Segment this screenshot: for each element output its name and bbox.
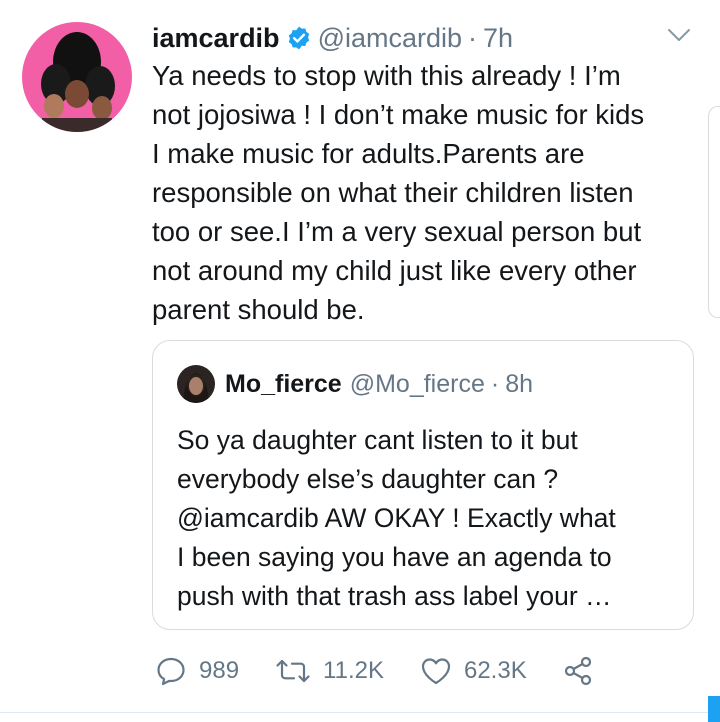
like-count: 62.3K	[463, 657, 527, 684]
tweet-text: Ya needs to stop with this already ! I’m…	[152, 56, 704, 329]
quoted-tweet-header: Mo_fierce @Mo_fierce · 8h	[225, 364, 533, 404]
tweet-text-line: not around my child just like every othe…	[152, 255, 637, 286]
retweet-icon	[275, 657, 311, 685]
avatar-iamcardib[interactable]	[22, 22, 132, 132]
divider	[0, 712, 720, 713]
tweet-header: iamcardib @iamcardib · 7h	[152, 18, 513, 58]
separator-dot: ·	[468, 22, 478, 53]
tweet-text-line: too or see.I I’m a very sexual person bu…	[152, 216, 642, 247]
like-button[interactable]: 62.3K	[420, 656, 527, 686]
reply-icon	[155, 656, 187, 686]
reply-button[interactable]: 989	[155, 656, 239, 686]
retweet-count: 11.2K	[323, 657, 384, 684]
chevron-down-icon[interactable]	[666, 26, 692, 49]
quoted-avatar[interactable]	[177, 365, 215, 403]
handle[interactable]: @iamcardib	[318, 23, 462, 54]
quoted-display-name[interactable]: Mo_fierce	[225, 370, 342, 399]
quoted-tweet-card[interactable]: Mo_fierce @Mo_fierce · 8h So ya daughter…	[152, 340, 694, 630]
quoted-text-line: @iamcardib AW OKAY ! Exactly what	[177, 503, 616, 533]
reply-count: 989	[199, 657, 240, 684]
tweet-text-line: responsible on what their children liste…	[152, 177, 634, 208]
share-button[interactable]	[563, 656, 593, 686]
like-icon	[420, 656, 452, 686]
quoted-text-line: everybody else’s daughter can ?	[177, 464, 559, 494]
bottom-accent	[708, 696, 720, 722]
quoted-handle[interactable]: @Mo_fierce	[350, 370, 485, 399]
share-icon	[563, 656, 593, 686]
tweet-actions: 989 11.2K 62.3K	[155, 650, 629, 692]
tweet-text-line: not jojosiwa ! I don’t make music for ki…	[152, 99, 645, 130]
timestamp[interactable]: 7h	[483, 23, 513, 54]
quoted-text-line: So ya daughter cant listen to it but	[177, 425, 578, 455]
quoted-timestamp[interactable]: 8h	[505, 370, 533, 399]
quoted-text-line: I been saying you have an agenda to	[177, 542, 612, 572]
display-name[interactable]: iamcardib	[152, 23, 280, 54]
adjacent-card-edge	[708, 106, 720, 318]
retweet-button[interactable]: 11.2K	[275, 657, 384, 685]
quoted-tweet-text: So ya daughter cant listen to it but eve…	[177, 421, 677, 616]
quoted-separator-dot: ·	[490, 369, 500, 398]
tweet-text-line: parent should be.	[152, 294, 365, 325]
tweet-text-line: I make music for adults.Parents are	[152, 138, 585, 169]
quoted-text-line: push with that trash ass label your …	[177, 581, 612, 611]
verified-badge-icon	[286, 25, 312, 51]
tweet-text-line: Ya needs to stop with this already ! I’m	[152, 60, 621, 91]
